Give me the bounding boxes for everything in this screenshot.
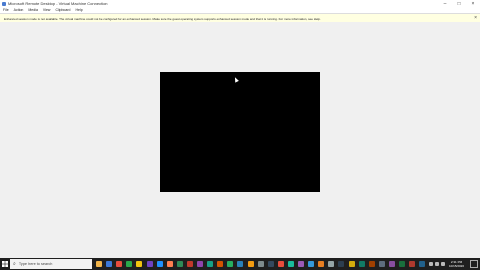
search-placeholder: Type here to search: [18, 262, 53, 266]
taskbar: ⌕ Type here to search 2:31 PM 10/15/2020: [0, 258, 480, 270]
taskbar-app-icon[interactable]: [308, 261, 315, 267]
taskbar-app-icon[interactable]: [166, 261, 173, 267]
taskbar-app-icon[interactable]: [186, 261, 193, 267]
volume-icon[interactable]: [440, 262, 445, 266]
clock-date: 10/15/2020: [448, 264, 464, 268]
close-button[interactable]: ×: [466, 0, 480, 7]
taskbar-app-icon[interactable]: [388, 261, 395, 267]
window-title: Microsoft Remote Desktop - Virtual Machi…: [8, 1, 108, 6]
taskbar-app-icon[interactable]: [136, 261, 143, 267]
taskbar-search-box[interactable]: ⌕ Type here to search: [10, 259, 92, 269]
taskbar-app-icon[interactable]: [257, 261, 264, 267]
taskbar-app-icon[interactable]: [328, 261, 335, 267]
app-icon: [2, 1, 6, 6]
taskbar-app-icon[interactable]: [116, 261, 123, 267]
taskbar-app-icon[interactable]: [106, 261, 113, 267]
system-tray: 2:31 PM 10/15/2020: [428, 258, 480, 270]
menu-clipboard[interactable]: Clipboard: [55, 8, 70, 12]
taskbar-app-icon[interactable]: [419, 261, 426, 267]
taskbar-app-icon[interactable]: [409, 261, 416, 267]
start-button[interactable]: [0, 258, 10, 270]
mouse-cursor-icon: [233, 76, 239, 83]
taskbar-app-icon[interactable]: [267, 261, 274, 267]
taskbar-app-icon[interactable]: [348, 261, 355, 267]
taskbar-app-icon[interactable]: [156, 261, 163, 267]
taskbar-app-icon[interactable]: [318, 261, 325, 267]
taskbar-app-icon[interactable]: [217, 261, 224, 267]
clock[interactable]: 2:31 PM 10/15/2020: [449, 260, 464, 268]
taskbar-app-icon[interactable]: [227, 261, 234, 267]
taskbar-app-icon[interactable]: [399, 261, 405, 267]
menu-view[interactable]: View: [43, 8, 51, 12]
notification-icon[interactable]: [470, 260, 478, 268]
taskbar-app-icon[interactable]: [96, 261, 102, 267]
maximize-button[interactable]: □: [452, 0, 466, 7]
tray-chevron-icon[interactable]: [428, 262, 433, 266]
menu-action[interactable]: Action: [14, 8, 24, 12]
minimize-button[interactable]: –: [438, 0, 452, 7]
window-title-bar[interactable]: Microsoft Remote Desktop - Virtual Machi…: [0, 0, 480, 7]
menu-help[interactable]: Help: [75, 8, 82, 12]
taskbar-app-icon[interactable]: [298, 261, 304, 267]
taskbar-app-icon[interactable]: [146, 261, 153, 267]
taskbar-app-icon[interactable]: [247, 261, 254, 267]
info-message: Enhanced session mode is not available. …: [4, 16, 321, 21]
taskbar-app-icon[interactable]: [287, 261, 294, 267]
taskbar-app-icon[interactable]: [378, 261, 385, 267]
taskbar-app-icon[interactable]: [368, 261, 375, 267]
taskbar-app-icon[interactable]: [126, 261, 133, 267]
menu-media[interactable]: Media: [28, 8, 38, 12]
info-close-button[interactable]: ×: [474, 15, 477, 21]
taskbar-app-icon[interactable]: [176, 261, 183, 267]
taskbar-app-icon[interactable]: [237, 261, 244, 267]
search-icon: ⌕: [13, 261, 16, 267]
windows-logo-icon: [2, 261, 8, 267]
taskbar-app-icon[interactable]: [207, 261, 214, 267]
network-icon[interactable]: [434, 262, 439, 266]
menu-file[interactable]: File: [3, 8, 9, 12]
taskbar-app-icon[interactable]: [277, 261, 284, 267]
vm-display[interactable]: [160, 72, 320, 192]
taskbar-app-icon[interactable]: [197, 261, 203, 267]
taskbar-app-icon[interactable]: [358, 261, 365, 267]
taskbar-app-icon[interactable]: [338, 261, 345, 267]
